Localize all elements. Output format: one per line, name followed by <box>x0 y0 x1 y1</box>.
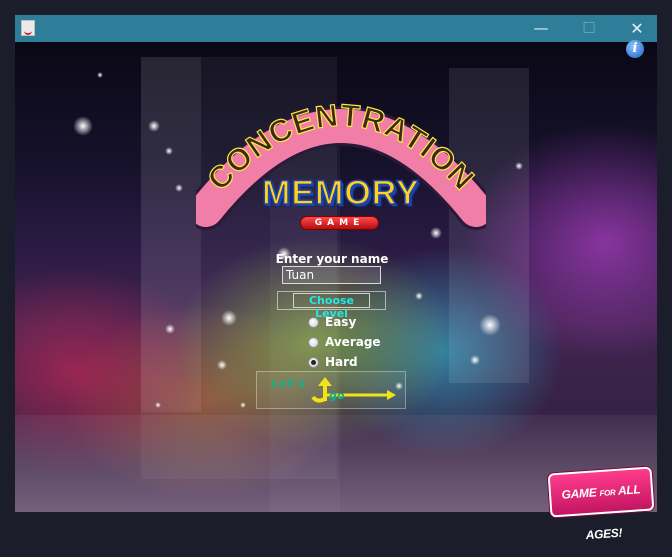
name-label: Enter your name <box>275 252 389 266</box>
choose-level-box: Choose Level <box>277 291 386 320</box>
close-button[interactable]: ✕ <box>615 15 659 42</box>
go-text: go <box>329 389 345 402</box>
level-hard-label: Hard <box>325 355 358 369</box>
level-easy-radio[interactable]: Easy <box>308 314 356 330</box>
memory-game-logo: MEMORY GAME <box>261 173 420 236</box>
level-average-label: Average <box>325 335 381 349</box>
level-average-radio[interactable]: Average <box>308 334 381 350</box>
game-for-all-ages-badge: GAME FOR ALL AGES! <box>547 466 655 542</box>
game-logo-text: GAME <box>299 216 380 230</box>
minimize-button[interactable]: — <box>519 15 563 42</box>
java-cup-icon <box>21 20 35 36</box>
info-icon[interactable]: i <box>626 40 644 58</box>
radio-button-icon[interactable] <box>308 336 319 348</box>
radio-button-icon[interactable] <box>308 316 319 328</box>
title-bar: — ☐ ✕ <box>15 15 657 42</box>
name-input[interactable] <box>282 266 381 284</box>
level-hard-radio[interactable]: Hard <box>308 354 358 370</box>
level-easy-label: Easy <box>325 315 357 329</box>
choose-level-label: Choose Level <box>293 293 370 320</box>
radio-button-selected-icon[interactable] <box>308 356 319 368</box>
lets-go-button[interactable]: Let's go <box>256 371 406 409</box>
maximize-button[interactable]: ☐ <box>567 15 611 42</box>
memory-logo-text: MEMORY <box>261 173 420 213</box>
arrow-up-right-icon <box>311 377 396 403</box>
